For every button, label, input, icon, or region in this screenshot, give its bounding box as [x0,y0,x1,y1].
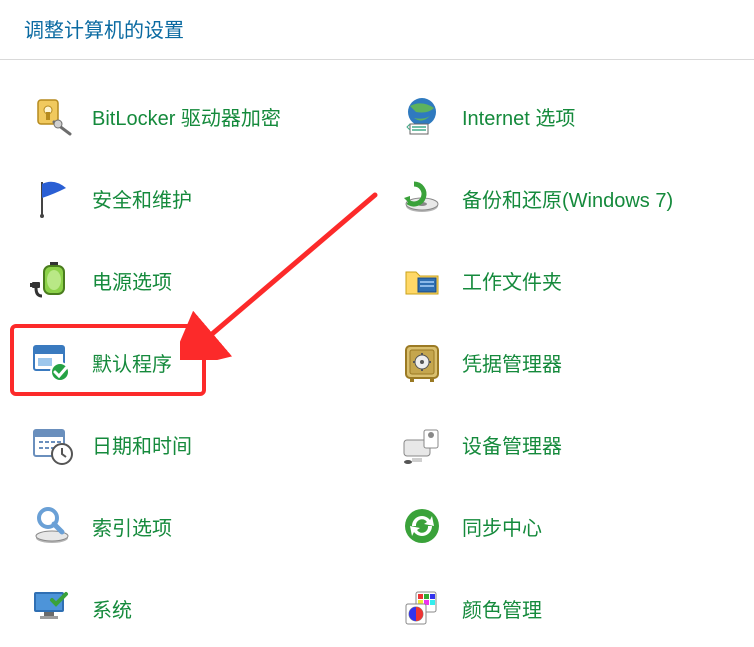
item-security[interactable]: 安全和维护 [30,176,370,220]
divider [0,59,754,60]
item-backup[interactable]: 备份和还原(Windows 7) [400,176,740,220]
item-label: BitLocker 驱动器加密 [92,102,281,131]
item-label: 电源选项 [92,266,172,295]
flag-icon [30,176,74,220]
calendar-clock-icon [30,422,74,466]
item-devicemgr[interactable]: 设备管理器 [400,422,740,466]
item-sync[interactable]: 同步中心 [400,504,740,548]
safe-icon [400,340,444,384]
item-label: 凭据管理器 [462,348,562,377]
item-label: 工作文件夹 [462,266,562,295]
control-panel-grid: BitLocker 驱动器加密 Internet 选项 安全和维护 [0,94,754,630]
item-label: 同步中心 [462,512,542,541]
device-manager-icon [400,422,444,466]
item-system[interactable]: 系统 [30,586,370,630]
item-internet[interactable]: Internet 选项 [400,94,740,138]
item-indexing[interactable]: 索引选项 [30,504,370,548]
folder-work-icon [400,258,444,302]
backup-restore-icon [400,176,444,220]
item-color[interactable]: 颜色管理 [400,586,740,630]
battery-plug-icon [30,258,74,302]
item-label: 默认程序 [92,348,172,377]
item-label: 设备管理器 [462,430,562,459]
item-credentials[interactable]: 凭据管理器 [400,340,740,384]
item-bitlocker[interactable]: BitLocker 驱动器加密 [30,94,370,138]
item-power[interactable]: 电源选项 [30,258,370,302]
item-label: Internet 选项 [462,102,575,131]
item-label: 安全和维护 [92,184,192,213]
item-label: 系统 [92,594,132,623]
page-title: 调整计算机的设置 [0,0,754,59]
sync-icon [400,504,444,548]
item-default-apps[interactable]: 默认程序 [30,340,370,384]
item-label: 颜色管理 [462,594,542,623]
item-label: 索引选项 [92,512,172,541]
color-mgmt-icon [400,586,444,630]
item-label: 日期和时间 [92,430,192,459]
computer-check-icon [30,586,74,630]
globe-icon [400,94,444,138]
lock-key-icon [30,94,74,138]
search-index-icon [30,504,74,548]
item-datetime[interactable]: 日期和时间 [30,422,370,466]
default-programs-icon [30,340,74,384]
item-label: 备份和还原(Windows 7) [462,184,673,213]
item-workfolders[interactable]: 工作文件夹 [400,258,740,302]
